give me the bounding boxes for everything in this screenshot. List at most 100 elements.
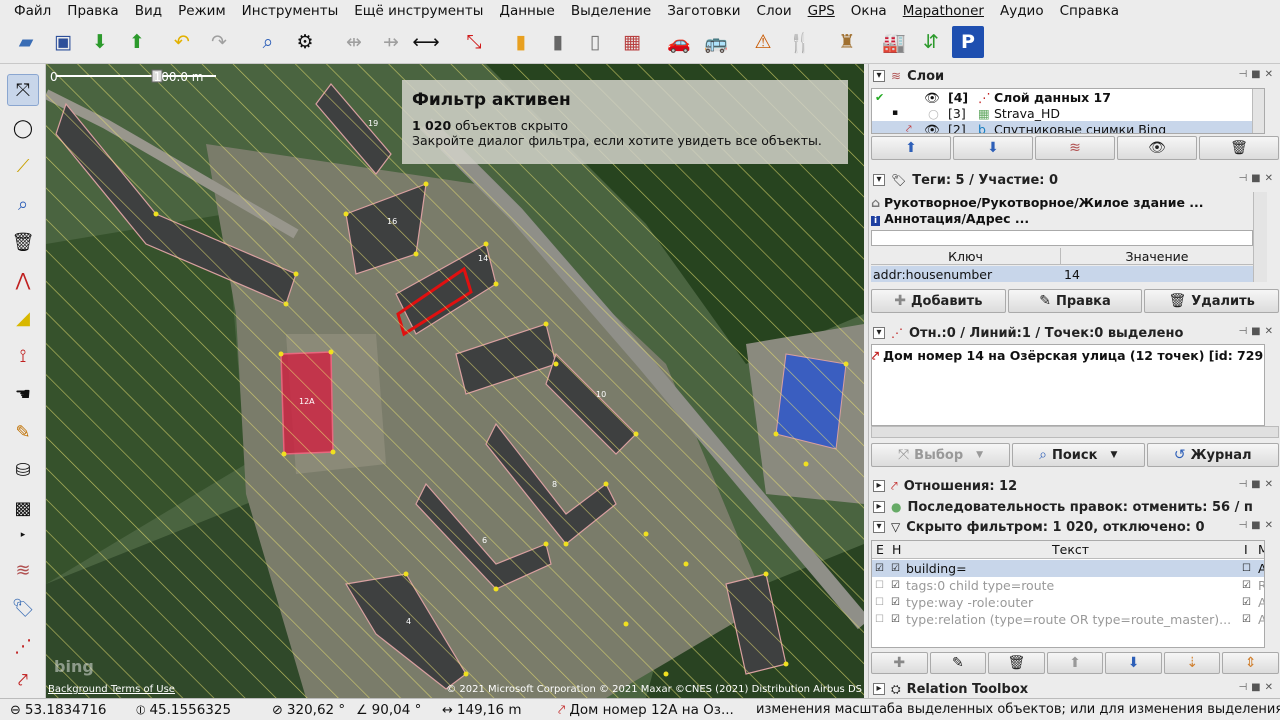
enabled-checkbox[interactable]: ☐ — [875, 594, 884, 611]
restaurant-icon[interactable]: 🍴 — [784, 26, 816, 58]
add-filter-button[interactable]: ✚ — [871, 652, 928, 674]
show-hide-button[interactable]: 👁 — [1117, 136, 1197, 160]
preset-item[interactable]: i Аннотация/Адрес ... — [871, 210, 1265, 227]
parallel-tool-icon[interactable]: ◢ — [7, 302, 39, 334]
menu-item[interactable]: GPS — [800, 0, 843, 22]
selection-toggle-icon[interactable]: ⋰ — [7, 630, 39, 662]
delete-tag-button[interactable]: 🗑 Удалить — [1144, 289, 1280, 313]
redo-icon[interactable]: ↷ — [203, 26, 235, 58]
hide-checkbox[interactable]: ☑ — [891, 611, 900, 628]
key-column-header[interactable]: Ключ — [871, 248, 1061, 264]
sort-up-button[interactable]: ⇕ — [1222, 652, 1280, 674]
tags-panel-header[interactable]: ▾ 🏷 Теги: 5 / Участие: 0 ⊣■✕ — [869, 170, 1280, 190]
castle-icon[interactable]: ♜ — [831, 26, 863, 58]
selection-panel-header[interactable]: ▾ ⋰ Отн.:0 / Линий:1 / Точек:0 выделено … — [869, 323, 1280, 343]
eye-icon[interactable]: 👁 — [924, 121, 940, 133]
menu-item[interactable]: Выделение — [563, 0, 659, 22]
history-button[interactable]: ↺ Журнал — [1146, 443, 1279, 467]
enabled-checkbox[interactable]: ☐ — [875, 611, 884, 628]
menu-item[interactable]: Слои — [749, 0, 800, 22]
menu-item[interactable]: Правка — [59, 0, 126, 22]
eye-off-icon[interactable]: ○ — [928, 105, 939, 122]
preferences-icon[interactable]: ⚙ — [289, 26, 321, 58]
relation-toolbox-header[interactable]: ▸ ⛭ Relation Toolbox ⊣■✕ — [869, 679, 1280, 699]
column-header[interactable]: M — [1258, 541, 1264, 558]
inverse-checkbox[interactable]: ☑ — [1242, 594, 1251, 611]
add-tag-button[interactable]: ✚ Добавить — [871, 289, 1006, 313]
more-tools-arrow-icon[interactable]: ▸ — [7, 519, 39, 551]
dropdown-icon[interactable]: ▼ — [1110, 450, 1117, 460]
selection-item[interactable]: ⤤ Дом номер 14 на Озёрская улица (12 точе… — [872, 347, 1264, 364]
panel-controls-icon[interactable]: ⊣■✕ — [1238, 479, 1277, 490]
menu-item[interactable]: Данные — [491, 0, 562, 22]
expand-icon[interactable]: ▸ — [873, 683, 885, 695]
layer-row[interactable]: ⤤ 👁 [2] b Спутниковые снимки Bing — [872, 121, 1264, 133]
expand-icon[interactable]: ▸ — [873, 501, 885, 513]
hide-checkbox[interactable]: ☑ — [891, 594, 900, 611]
download-icon[interactable]: ⬇ — [84, 26, 116, 58]
select-button[interactable]: ⤧ Выбор ▼ — [871, 443, 1011, 467]
extrude-tool-icon[interactable]: ⟟ — [7, 340, 39, 372]
filter-panel-header[interactable]: ▾ ▽ Скрыто фильтром: 1 020, отключено: 0… — [869, 517, 1280, 537]
menu-item[interactable]: Ещё инструменты — [346, 0, 491, 22]
road-preset-icon[interactable]: ▮ — [505, 26, 537, 58]
relations-toggle-icon[interactable]: ⤤ — [7, 664, 39, 696]
inverse-checkbox[interactable]: ☑ — [1242, 577, 1251, 594]
hide-checkbox[interactable]: ☑ — [891, 577, 900, 594]
collapse-icon[interactable]: ▾ — [873, 521, 885, 533]
map-data-icon[interactable]: ⇵ — [915, 26, 947, 58]
filter-row[interactable]: ☐ ☑ tags:0 child type=route ☑ R — [872, 577, 1264, 594]
filter-row[interactable]: ☑ ☑ building= ☐ A — [872, 560, 1264, 577]
menu-item[interactable]: Режим — [170, 0, 234, 22]
column-header[interactable]: H — [892, 541, 901, 558]
wall-preset-icon[interactable]: ▦ — [616, 26, 648, 58]
column-header[interactable]: E — [876, 541, 884, 558]
changesets-panel-header[interactable]: ▸ ● Последовательность правок: отменить:… — [869, 497, 1280, 517]
save-icon[interactable]: ▣ — [47, 26, 79, 58]
panel-controls-icon[interactable]: ⊣■✕ — [1238, 682, 1277, 693]
zoom-icon[interactable]: ⌕ — [252, 26, 284, 58]
gpx-tool-icon[interactable]: ⛁ — [7, 454, 39, 486]
layers-scrollbar[interactable] — [1252, 89, 1264, 133]
panel-controls-icon[interactable]: ⊣■✕ — [1238, 326, 1277, 337]
merge-layer-button[interactable]: ≋ — [1035, 136, 1115, 160]
layers-toggle-icon[interactable]: ≋ — [7, 554, 39, 586]
collapse-icon[interactable]: ▾ — [873, 70, 885, 82]
draw-tool-icon[interactable]: ⟋ — [7, 150, 39, 182]
menu-item[interactable]: Справка — [1052, 0, 1127, 22]
delete-filter-button[interactable]: 🗑 — [988, 652, 1045, 674]
inverse-checkbox[interactable]: ☐ — [1242, 560, 1251, 577]
map-view[interactable]: 19 16 14 12A 10 8 6 4 0 100.0 m Фильтр ак… — [46, 64, 864, 698]
combine-way-icon[interactable]: ⇸ — [375, 26, 407, 58]
split-way-icon[interactable]: ⇹ — [338, 26, 370, 58]
lasso-tool-icon[interactable]: ◯ — [7, 112, 39, 144]
select-tool-icon[interactable]: ⤧ — [7, 74, 39, 106]
direction-icon[interactable]: ⤡ — [458, 26, 490, 58]
inverse-checkbox[interactable]: ☑ — [1242, 611, 1251, 628]
tag-search-field[interactable] — [871, 230, 1253, 246]
tags-scrollbar[interactable] — [1253, 192, 1267, 282]
preset-item[interactable]: ⌂ Рукотворное/Рукотворное/Жилое здание ..… — [871, 194, 1265, 211]
value-column-header[interactable]: Значение — [1062, 248, 1252, 264]
filter-up-button[interactable]: ⬆ — [1046, 652, 1104, 674]
panel-controls-icon[interactable]: ⊣■✕ — [1238, 173, 1277, 184]
open-icon[interactable]: ▰ — [10, 26, 42, 58]
panel-controls-icon[interactable]: ⊣■✕ — [1238, 69, 1277, 80]
column-header[interactable]: Текст — [1052, 541, 1089, 558]
layer-row[interactable]: ✔ 👁 [4] ⋰ Слой данных 17 — [872, 89, 1264, 106]
eye-icon[interactable]: 👁 — [924, 89, 940, 106]
menu-item[interactable]: Окна — [843, 0, 895, 22]
track-preset-icon[interactable]: ▯ — [579, 26, 611, 58]
panel-controls-icon[interactable]: ⊣■✕ — [1238, 520, 1277, 531]
hand-tool-icon[interactable]: ☚ — [7, 378, 39, 410]
filter-row[interactable]: ☐ ☑ type:way -role:outer ☑ A — [872, 594, 1264, 611]
dropdown-icon[interactable]: ▼ — [976, 450, 983, 460]
sort-down-button[interactable]: ⇣ — [1163, 652, 1221, 674]
layers-panel-header[interactable]: ▾ ≋ Слои ⊣■✕ — [869, 66, 1280, 86]
edit-tag-button[interactable]: ✎ Правка — [1007, 289, 1143, 313]
relations-panel-header[interactable]: ▸ ⤤ Отношения: 12 ⊣■✕ — [869, 476, 1280, 496]
warning-icon[interactable]: ⚠ — [747, 26, 779, 58]
improve-way-icon[interactable]: ⋀ — [7, 264, 39, 296]
enabled-checkbox[interactable]: ☑ — [875, 560, 884, 577]
collapse-icon[interactable]: ▾ — [873, 327, 885, 339]
